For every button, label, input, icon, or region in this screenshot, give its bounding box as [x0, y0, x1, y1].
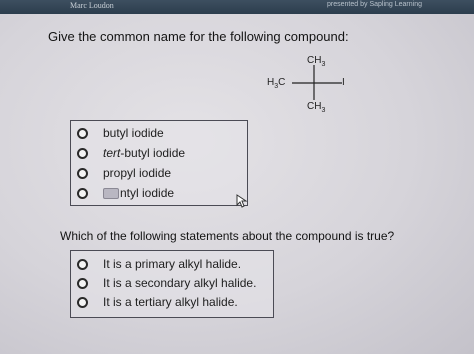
top-bar: Marc Loudon presented by Sapling Learnin… — [0, 0, 474, 14]
bottom-methyl-label: CH3 — [307, 101, 326, 114]
option-butyl-iodide[interactable]: butyl iodide — [77, 125, 277, 145]
author-label: Marc Loudon — [70, 1, 114, 10]
question-1-prompt: Give the common name for the following c… — [48, 29, 349, 44]
option-tertiary-alkyl-halide[interactable]: It is a tertiary alkyl halide. — [77, 294, 277, 314]
option-label: It is a tertiary alkyl halide. — [103, 295, 238, 309]
publisher-label: presented by Sapling Learning — [327, 1, 422, 8]
question-2-prompt: Which of the following statements about … — [60, 229, 395, 243]
option-tert-butyl-iodide[interactable]: tert-butyl iodide — [77, 145, 277, 165]
chemical-structure: CH3 H3C I CH3 — [262, 52, 352, 116]
radio-button[interactable] — [77, 128, 88, 139]
tooltip-chip-icon — [103, 188, 119, 200]
radio-button[interactable] — [77, 278, 88, 289]
radio-button[interactable] — [77, 188, 88, 199]
option-secondary-alkyl-halide[interactable]: It is a secondary alkyl halide. — [77, 275, 277, 295]
left-methyl-label: H3C — [267, 77, 286, 90]
option-label: propyl iodide — [103, 166, 172, 180]
option-label: It is a secondary alkyl halide. — [103, 276, 257, 290]
radio-button[interactable] — [77, 259, 88, 270]
option-label-rest: -butyl iodide — [120, 146, 186, 160]
option-label: butyl iodide — [103, 126, 164, 140]
option-italic-prefix: tert — [103, 146, 121, 160]
iodine-label: I — [342, 77, 345, 88]
answer-options-2: It is a primary alkyl halide. It is a se… — [70, 250, 274, 318]
top-methyl-label: CH3 — [307, 55, 326, 68]
radio-button[interactable] — [77, 168, 88, 179]
option-primary-alkyl-halide[interactable]: It is a primary alkyl halide. — [77, 256, 277, 276]
option-propyl-iodide[interactable]: propyl iodide — [77, 165, 277, 185]
radio-button[interactable] — [77, 297, 88, 308]
option-label: It is a primary alkyl halide. — [103, 257, 242, 271]
option-label: ntyl iodide — [103, 186, 174, 200]
answer-options-1: butyl iodide tert-butyl iodide propyl io… — [70, 120, 248, 206]
mouse-pointer-icon — [236, 194, 248, 208]
option-label: tert-butyl iodide — [103, 146, 185, 160]
option-label-rest: ntyl iodide — [120, 186, 175, 200]
radio-button[interactable] — [77, 148, 88, 159]
